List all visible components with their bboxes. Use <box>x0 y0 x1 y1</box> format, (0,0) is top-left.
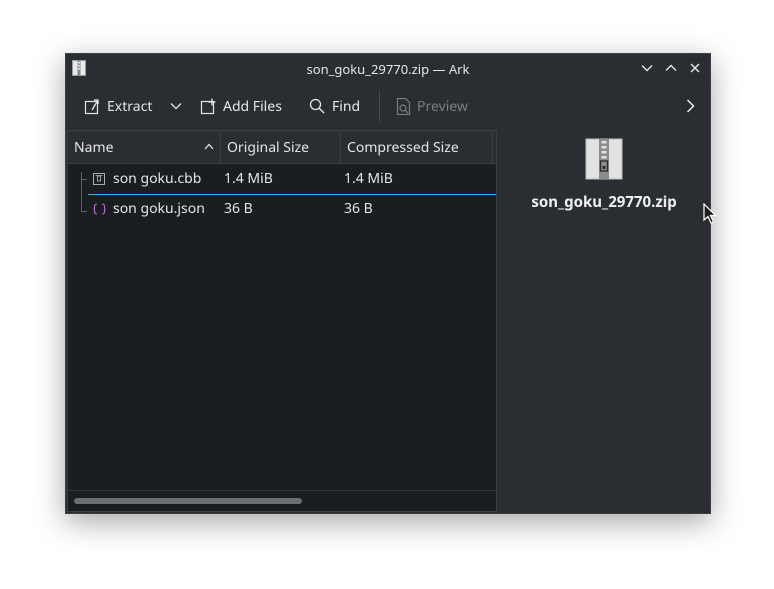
extract-label: Extract <box>107 96 153 116</box>
main-toolbar: Extract Add Files Find Preview <box>66 84 710 128</box>
json-file-icon <box>93 203 106 215</box>
preview-label: Preview <box>417 96 468 116</box>
horizontal-scrollbar[interactable] <box>68 490 496 511</box>
ark-window: son_goku_29770.zip — Ark Extract Add Fil… <box>65 53 711 514</box>
sort-ascending-icon <box>204 143 214 150</box>
chevron-up-icon <box>665 64 677 71</box>
close-icon <box>690 63 700 73</box>
maximize-button[interactable] <box>662 59 680 77</box>
column-header: Name Original Size Compressed Size <box>68 131 496 164</box>
archive-name: son_goku_29770.zip <box>531 192 677 212</box>
more-tools-button[interactable] <box>686 94 701 118</box>
file-original-size: 1.4 MiB <box>224 169 273 188</box>
table-row[interactable]: son goku.json 36 B 36 B <box>68 194 496 224</box>
close-button[interactable] <box>686 59 704 77</box>
add-files-icon <box>200 98 216 114</box>
extract-button[interactable]: Extract <box>84 94 152 118</box>
mouse-cursor-icon <box>703 203 717 224</box>
archive-file-icon <box>93 173 105 185</box>
extract-dropdown-button[interactable] <box>170 94 188 118</box>
chevron-down-icon <box>170 103 182 110</box>
column-name-label: Name <box>74 138 114 157</box>
file-name: son goku.json <box>113 199 205 218</box>
file-compressed-size: 36 B <box>344 199 373 218</box>
file-original-size: 36 B <box>224 199 253 218</box>
preview-button[interactable]: Preview <box>396 94 468 118</box>
window-title: son_goku_29770.zip — Ark <box>306 60 470 78</box>
chevron-right-icon <box>686 99 695 113</box>
table-row[interactable]: son goku.cbb 1.4 MiB 1.4 MiB <box>68 164 496 194</box>
file-compressed-size: 1.4 MiB <box>344 169 393 188</box>
minimize-button[interactable] <box>638 59 656 77</box>
extract-icon <box>84 98 99 114</box>
find-label: Find <box>332 96 361 116</box>
add-files-button[interactable]: Add Files <box>200 94 282 118</box>
column-original-size-header[interactable]: Original Size <box>221 131 341 163</box>
preview-icon <box>396 97 411 115</box>
chevron-down-icon <box>641 65 653 72</box>
column-original-size-label: Original Size <box>227 138 310 157</box>
title-bar[interactable]: son_goku_29770.zip — Ark <box>66 54 710 82</box>
add-files-label: Add Files <box>223 96 282 116</box>
find-button[interactable]: Find <box>309 94 360 118</box>
column-compressed-size-label: Compressed Size <box>347 138 459 157</box>
file-name: son goku.cbb <box>113 169 202 188</box>
column-name-header[interactable]: Name <box>68 131 221 163</box>
zip-archive-icon <box>585 138 623 180</box>
archive-file-list[interactable]: Name Original Size Compressed Size son g… <box>67 130 497 512</box>
column-compressed-size-header[interactable]: Compressed Size <box>341 131 493 163</box>
search-icon <box>309 98 325 113</box>
scrollbar-thumb[interactable] <box>74 498 302 504</box>
toolbar-separator <box>379 90 380 122</box>
info-panel: son_goku_29770.zip <box>498 130 710 510</box>
